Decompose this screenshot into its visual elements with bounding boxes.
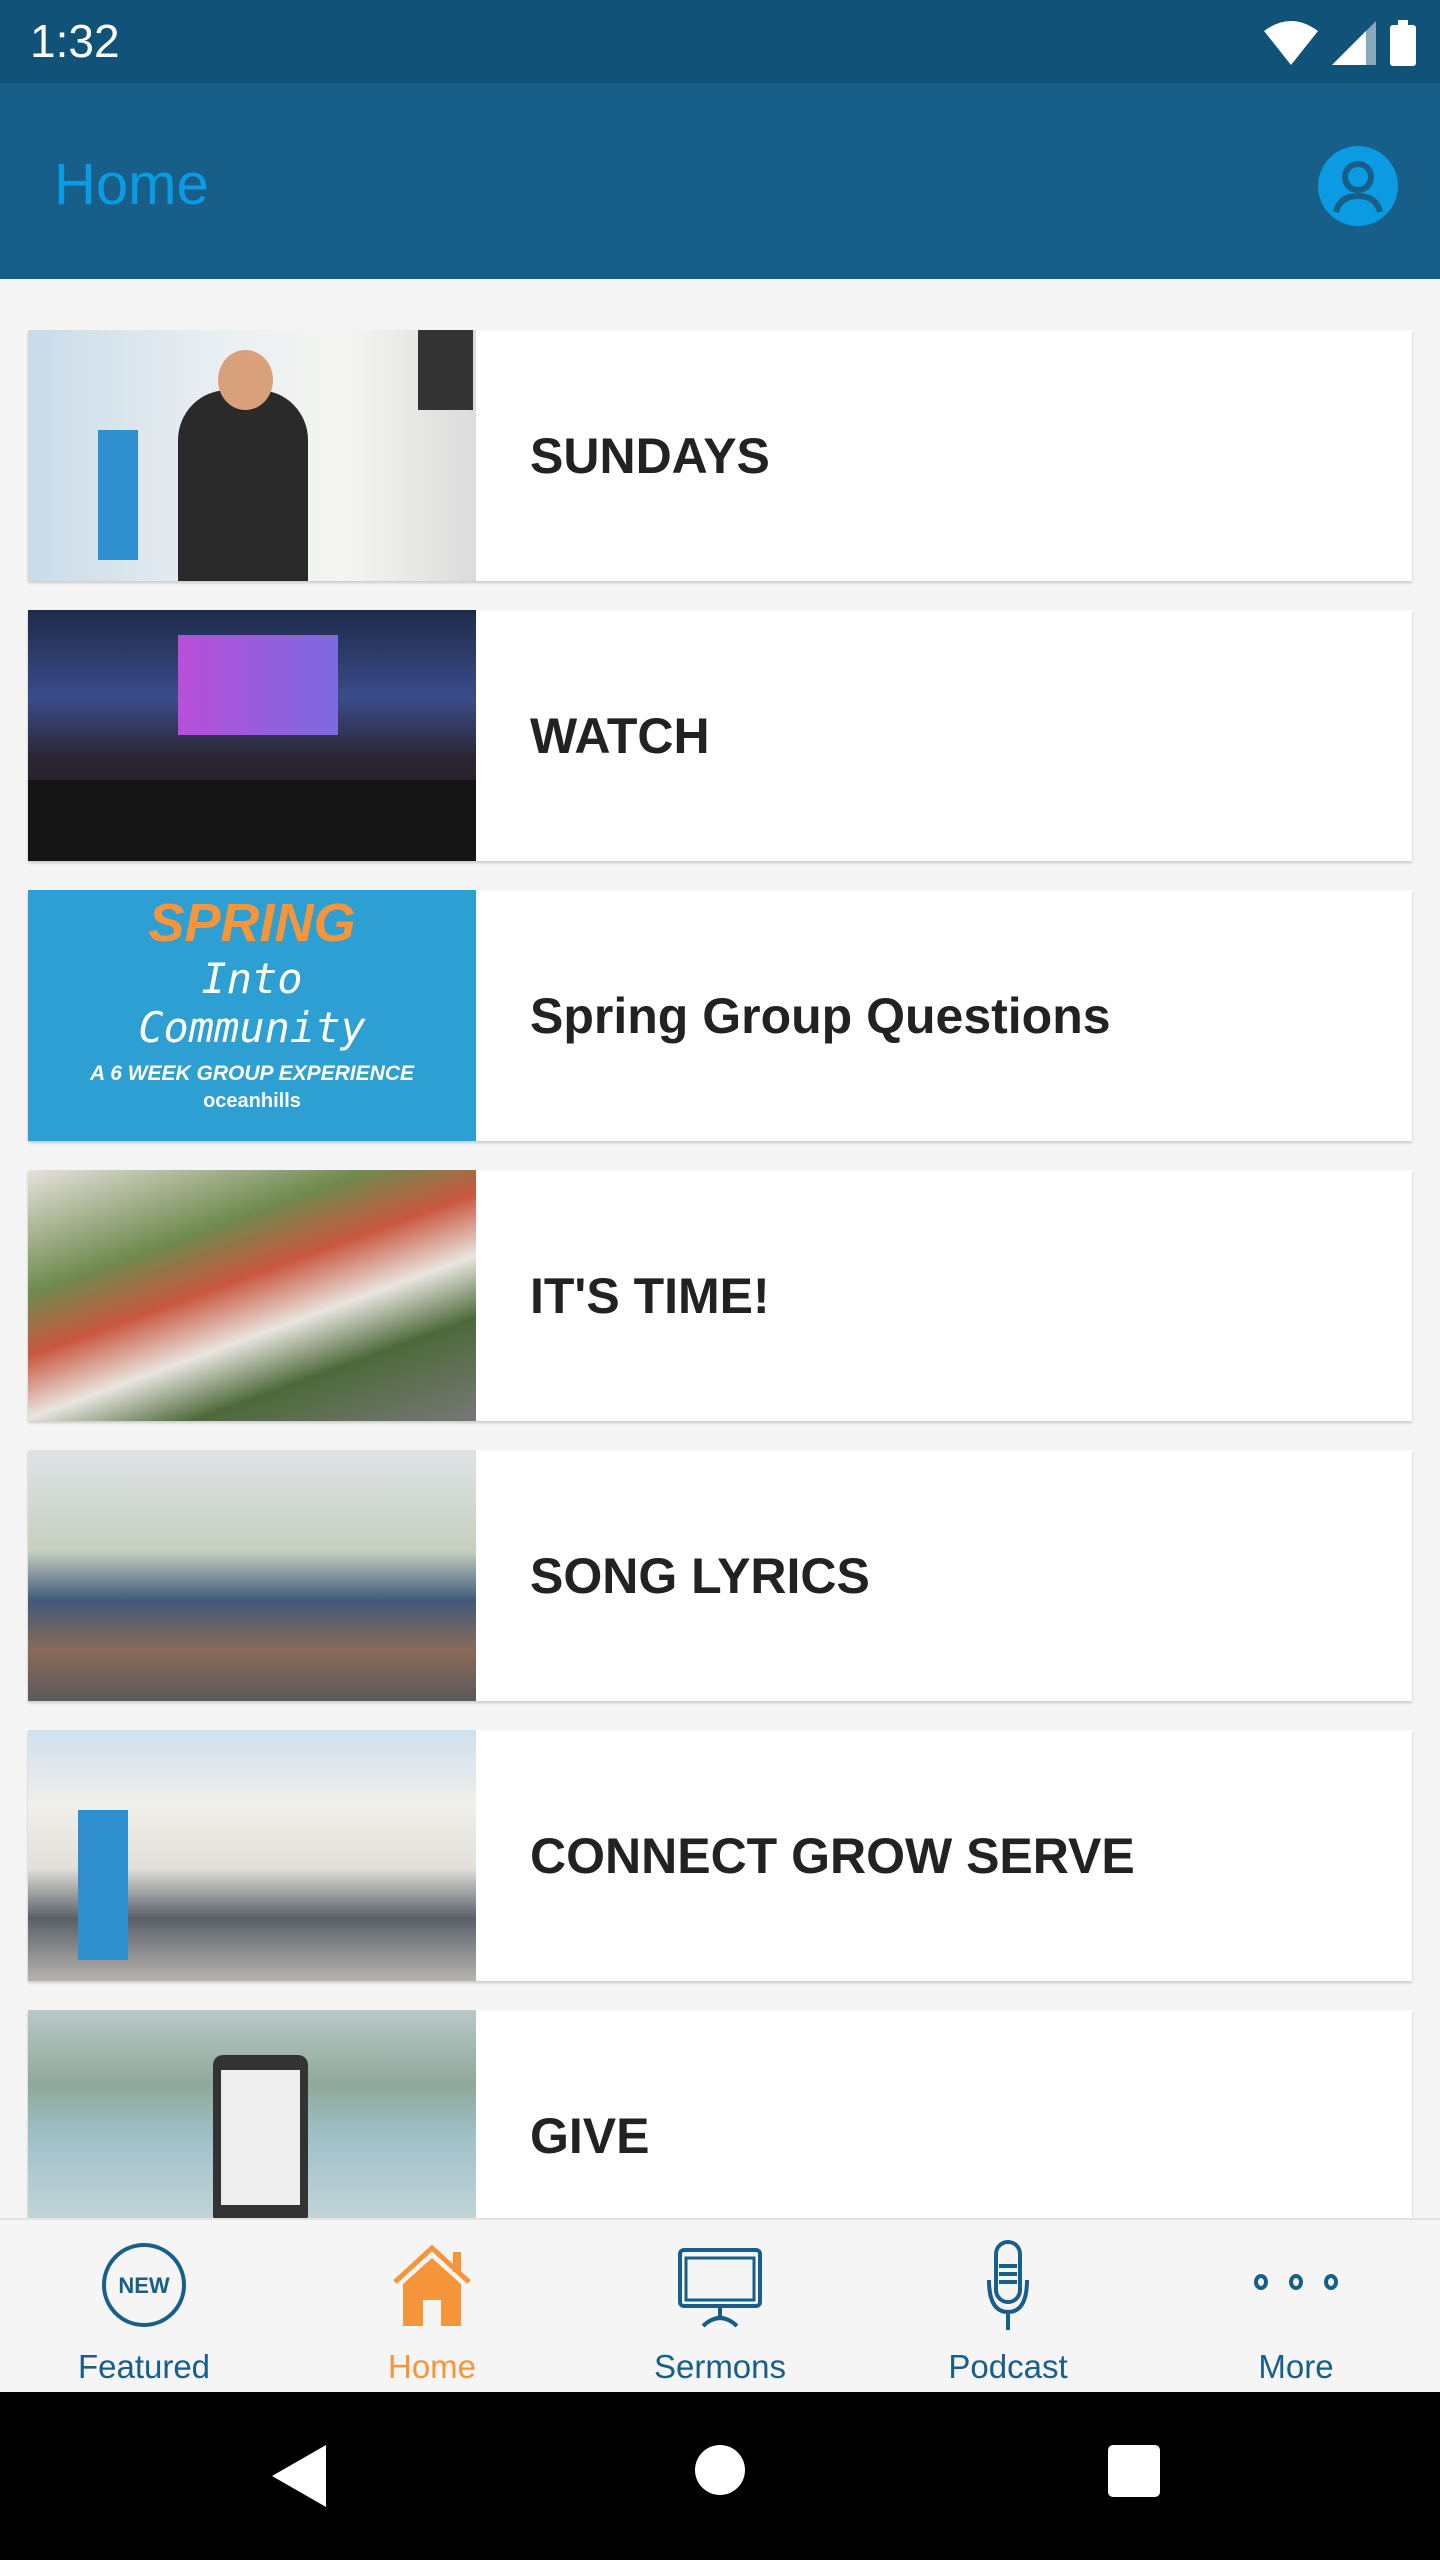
bottom-navigation: NEW Featured Home Sermons Podcast More (0, 2218, 1440, 2392)
wifi-icon (1264, 21, 1318, 65)
list-item-connect-grow-serve[interactable]: CONNECT GROW SERVE (28, 1730, 1412, 1981)
status-time: 1:32 (30, 15, 120, 67)
give-thumbnail (28, 2010, 476, 2218)
tab-home[interactable]: Home (288, 2220, 576, 2392)
page-title: Home (54, 152, 209, 217)
item-label: SONG LYRICS (530, 1547, 870, 1604)
list-item-its-time[interactable]: IT'S TIME! (28, 1170, 1412, 1421)
list-item-sundays[interactable]: SUNDAYS (28, 330, 1412, 581)
tab-more[interactable]: More (1152, 2220, 1440, 2392)
list-item-song-lyrics[interactable]: SONG LYRICS (28, 1450, 1412, 1701)
item-label: CONNECT GROW SERVE (530, 1827, 1135, 1884)
account-circle-icon[interactable] (1318, 146, 1398, 226)
song-lyrics-thumbnail (28, 1450, 476, 1701)
status-bar: 1:32 (0, 0, 1440, 83)
home-circle-icon[interactable] (694, 2444, 746, 2496)
microphone-icon (987, 2240, 1029, 2330)
item-label: WATCH (530, 707, 710, 764)
back-icon[interactable] (272, 2445, 326, 2507)
battery-icon (1390, 20, 1416, 66)
its-time-thumbnail (28, 1170, 476, 1421)
item-label: GIVE (530, 2107, 650, 2164)
monitor-icon (678, 2248, 762, 2328)
signal-icon (1332, 21, 1376, 65)
item-label: Spring Group Questions (530, 987, 1111, 1044)
tab-featured[interactable]: NEW Featured (0, 2220, 288, 2392)
home-list[interactable]: SUNDAYS WATCH SPRING Into Community A 6 … (0, 279, 1440, 2218)
item-label: IT'S TIME! (530, 1267, 770, 1324)
tab-sermons[interactable]: Sermons (576, 2220, 864, 2392)
app-bar: Home (0, 83, 1440, 279)
item-label: SUNDAYS (530, 427, 770, 484)
home-icon (393, 2244, 471, 2326)
recents-icon[interactable] (1108, 2445, 1160, 2497)
spring-community-thumbnail: SPRING Into Community A 6 WEEK GROUP EXP… (28, 890, 476, 1141)
list-item-spring-group-questions[interactable]: SPRING Into Community A 6 WEEK GROUP EXP… (28, 890, 1412, 1141)
connect-grow-serve-thumbnail (28, 1730, 476, 1981)
sundays-thumbnail (28, 330, 476, 581)
more-dots-icon (1254, 2274, 1338, 2290)
new-badge-icon: NEW (102, 2243, 186, 2327)
watch-thumbnail (28, 610, 476, 861)
list-item-give[interactable]: GIVE (28, 2010, 1412, 2218)
system-navigation-bar (0, 2392, 1440, 2560)
tab-podcast[interactable]: Podcast (864, 2220, 1152, 2392)
list-item-watch[interactable]: WATCH (28, 610, 1412, 861)
svg-text:NEW: NEW (118, 2273, 170, 2298)
